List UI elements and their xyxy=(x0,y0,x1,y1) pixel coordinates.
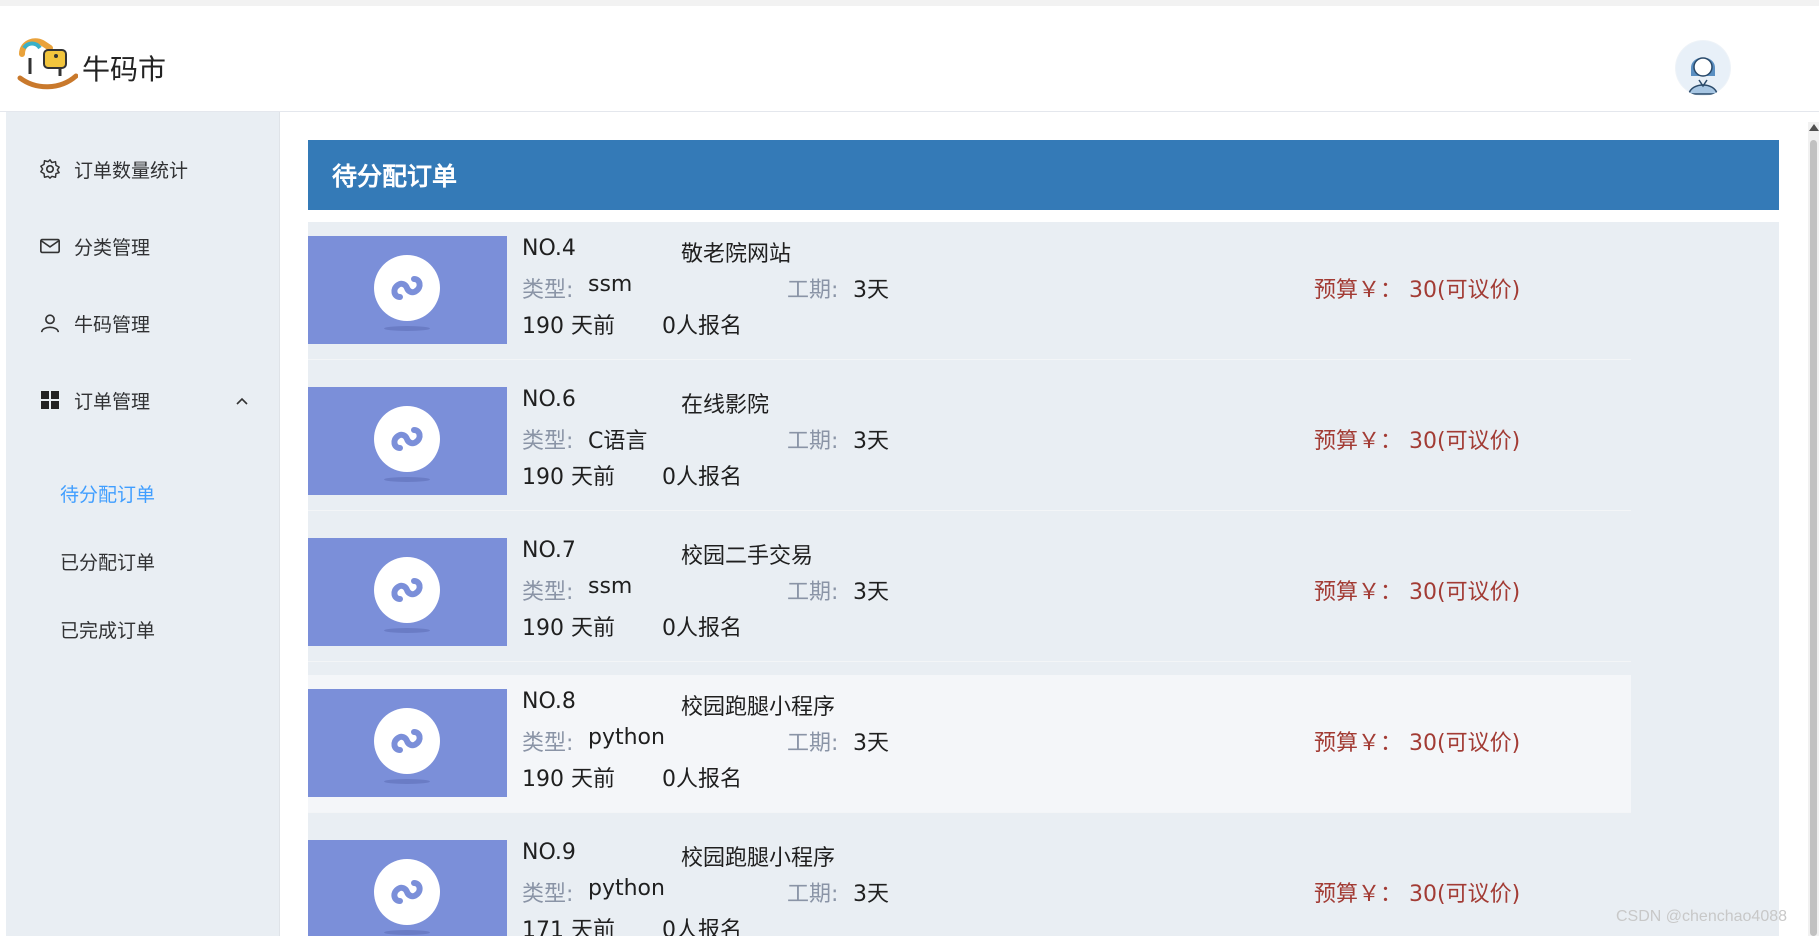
order-period: 3天 xyxy=(853,429,889,454)
sidebar: 订单数量统计 分类管理 牛码管理 订单管理 待分配订单 已分配订单 已完成订单 xyxy=(6,112,280,936)
order-time: 190 天前 xyxy=(522,616,615,641)
order-number: NO.8 xyxy=(522,689,576,714)
top-header: 牛码市 xyxy=(0,6,1819,112)
order-time: 190 天前 xyxy=(522,465,615,490)
miniprogram-thumbnail xyxy=(308,387,507,495)
order-budget: 预算￥： 30(可议价) xyxy=(1314,882,1521,907)
order-type: ssm xyxy=(588,272,633,297)
sidebar-subitem-pending-orders[interactable]: 待分配订单 xyxy=(6,468,280,518)
link-icon xyxy=(374,859,440,925)
order-time: 190 天前 xyxy=(522,767,615,792)
order-signups: 0人报名 xyxy=(662,918,742,936)
sidebar-item-order-stats[interactable]: 订单数量统计 xyxy=(6,141,280,197)
order-signups: 0人报名 xyxy=(662,314,742,339)
link-icon xyxy=(374,557,440,623)
order-name[interactable]: 敬老院网站 xyxy=(681,236,791,268)
thumbnail-shadow xyxy=(384,628,430,633)
page-scrollbar[interactable] xyxy=(1808,122,1819,936)
thumbnail-shadow xyxy=(384,477,430,482)
order-signups: 0人报名 xyxy=(662,616,742,641)
main-content: 待分配订单 NO.4 敬老院网站 类型: ssm 工期: 3天 预算￥： 30(… xyxy=(281,112,1789,936)
type-label: 类型: xyxy=(522,731,574,756)
order-number: NO.9 xyxy=(522,840,576,865)
order-type: python xyxy=(588,876,665,901)
order-name[interactable]: 校园跑腿小程序 xyxy=(681,689,835,721)
sidebar-item-label: 订单数量统计 xyxy=(74,159,189,182)
period-label: 工期: xyxy=(787,429,839,454)
sidebar-item-label: 牛码管理 xyxy=(74,313,151,336)
sidebar-item-order-management[interactable]: 订单管理 xyxy=(6,372,280,428)
order-budget: 预算￥： 30(可议价) xyxy=(1314,731,1521,756)
order-signups: 0人报名 xyxy=(662,767,742,792)
type-label: 类型: xyxy=(522,429,574,454)
brand-name: 牛码市 xyxy=(82,53,167,86)
thumbnail-shadow xyxy=(384,779,430,784)
type-label: 类型: xyxy=(522,278,574,303)
order-card[interactable]: NO.6 在线影院 类型: C语言 工期: 3天 预算￥： 30(可议价) 19… xyxy=(308,373,1631,511)
sidebar-subitem-assigned-orders[interactable]: 已分配订单 xyxy=(6,536,280,586)
chevron-up-icon[interactable] xyxy=(234,392,250,408)
sidebar-subitem-completed-orders[interactable]: 已完成订单 xyxy=(6,604,280,654)
miniprogram-thumbnail xyxy=(308,236,507,344)
link-icon xyxy=(374,255,440,321)
order-name[interactable]: 在线影院 xyxy=(681,387,769,419)
order-name[interactable]: 校园二手交易 xyxy=(681,538,813,570)
miniprogram-thumbnail xyxy=(308,689,507,797)
order-list: NO.4 敬老院网站 类型: ssm 工期: 3天 预算￥： 30(可议价) 1… xyxy=(308,222,1779,936)
period-label: 工期: xyxy=(787,580,839,605)
order-type: C语言 xyxy=(588,429,648,454)
order-card[interactable]: NO.7 校园二手交易 类型: ssm 工期: 3天 预算￥： 30(可议价) … xyxy=(308,524,1631,662)
period-label: 工期: xyxy=(787,731,839,756)
order-period: 3天 xyxy=(853,731,889,756)
scrollbar-thumb[interactable] xyxy=(1810,140,1817,936)
order-period: 3天 xyxy=(853,882,889,907)
sidebar-item-niuma[interactable]: 牛码管理 xyxy=(6,295,280,351)
user-icon xyxy=(38,311,62,335)
order-budget: 预算￥： 30(可议价) xyxy=(1314,429,1521,454)
page-title: 待分配订单 xyxy=(308,140,1779,210)
order-time: 171 天前 xyxy=(522,918,615,936)
mail-icon xyxy=(38,234,62,258)
sidebar-item-label: 分类管理 xyxy=(74,236,151,259)
grid-icon xyxy=(38,388,62,412)
type-label: 类型: xyxy=(522,580,574,605)
order-type: ssm xyxy=(588,574,633,599)
miniprogram-thumbnail xyxy=(308,538,507,646)
type-label: 类型: xyxy=(522,882,574,907)
order-signups: 0人报名 xyxy=(662,465,742,490)
order-card[interactable]: NO.8 校园跑腿小程序 类型: python 工期: 3天 预算￥： 30(可… xyxy=(308,675,1631,813)
watermark: CSDN @chenchao4088 xyxy=(1616,908,1788,925)
gear-icon xyxy=(38,157,62,181)
period-label: 工期: xyxy=(787,882,839,907)
rocking-horse-logo-icon[interactable] xyxy=(16,34,79,92)
order-number: NO.7 xyxy=(522,538,576,563)
order-number: NO.4 xyxy=(522,236,576,261)
order-number: NO.6 xyxy=(522,387,576,412)
period-label: 工期: xyxy=(787,278,839,303)
order-card[interactable]: NO.9 校园跑腿小程序 类型: python 工期: 3天 预算￥： 30(可… xyxy=(308,826,1631,936)
link-icon xyxy=(374,708,440,774)
order-period: 3天 xyxy=(853,580,889,605)
miniprogram-thumbnail xyxy=(308,840,507,936)
thumbnail-shadow xyxy=(384,930,430,935)
order-time: 190 天前 xyxy=(522,314,615,339)
order-name[interactable]: 校园跑腿小程序 xyxy=(681,840,835,872)
order-card[interactable]: NO.4 敬老院网站 类型: ssm 工期: 3天 预算￥： 30(可议价) 1… xyxy=(308,222,1631,360)
sidebar-item-category[interactable]: 分类管理 xyxy=(6,218,280,274)
order-type: python xyxy=(588,725,665,750)
order-period: 3天 xyxy=(853,278,889,303)
thumbnail-shadow xyxy=(384,326,430,331)
order-budget: 预算￥： 30(可议价) xyxy=(1314,580,1521,605)
order-budget: 预算￥： 30(可议价) xyxy=(1314,278,1521,303)
sidebar-item-label: 订单管理 xyxy=(74,390,151,413)
link-icon xyxy=(374,406,440,472)
scroll-up-arrow-icon[interactable] xyxy=(1809,124,1819,131)
user-avatar[interactable] xyxy=(1675,40,1731,96)
